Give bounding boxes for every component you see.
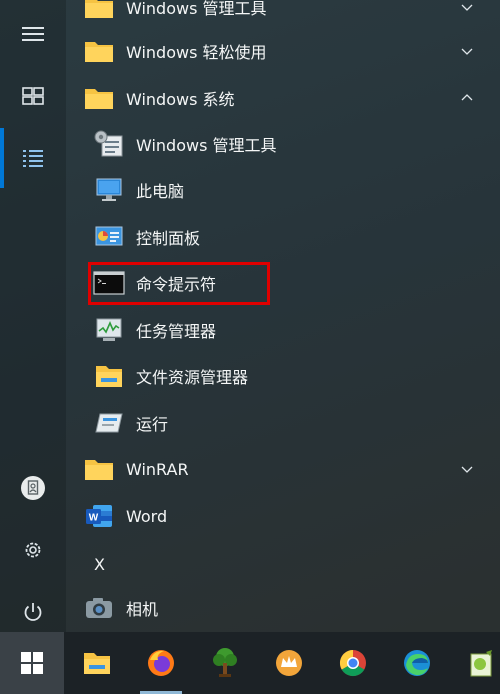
run-icon	[92, 406, 126, 440]
app-file-explorer[interactable]: 文件资源管理器	[92, 353, 492, 399]
section-letter: X	[94, 554, 105, 574]
settings-button[interactable]	[0, 526, 66, 574]
red-highlight-box	[88, 262, 270, 305]
section-header-x[interactable]: X	[82, 541, 492, 587]
app-this-pc[interactable]: 此电脑	[92, 167, 492, 213]
camera-icon	[82, 591, 116, 625]
folder-icon	[82, 452, 116, 486]
app-label: 此电脑	[136, 182, 185, 201]
file-explorer-icon	[92, 359, 126, 393]
app-windows-admin-tools[interactable]: Windows 管理工具	[92, 121, 492, 167]
app-label: Windows 管理工具	[136, 136, 277, 155]
tiles-button[interactable]	[0, 72, 66, 120]
folder-icon	[82, 81, 116, 115]
taskbar-chrome[interactable]	[322, 632, 384, 694]
control-panel-icon	[92, 220, 126, 254]
edge-icon	[404, 650, 430, 676]
all-apps-button[interactable]	[0, 134, 66, 182]
gear-icon	[25, 542, 41, 558]
folder-icon	[82, 0, 116, 24]
tree-app-icon	[213, 648, 237, 677]
app-label: 相机	[126, 600, 159, 619]
user-documents-button[interactable]	[0, 464, 66, 512]
power-button[interactable]	[0, 588, 66, 636]
word-icon: W	[82, 499, 116, 533]
folder-winrar[interactable]: WinRAR	[82, 446, 492, 492]
app-camera[interactable]: 相机	[82, 585, 492, 631]
chevron-down-icon	[461, 4, 473, 11]
computer-icon	[92, 173, 126, 207]
left-rail	[0, 0, 66, 632]
folder-label: Windows 管理工具	[126, 0, 267, 18]
folder-windows-system[interactable]: Windows 系统	[82, 75, 492, 121]
taskbar-edge[interactable]	[386, 632, 448, 694]
firefox-icon	[148, 650, 174, 676]
hamburger-icon	[22, 27, 44, 41]
svg-text:W: W	[89, 513, 99, 524]
taskbar-tree-app[interactable]	[194, 632, 256, 694]
list-icon	[23, 150, 43, 167]
app-label: 文件资源管理器	[136, 368, 249, 387]
app-control-panel[interactable]: 控制面板	[92, 214, 492, 260]
chevron-down-icon	[461, 466, 473, 473]
folder-label: Windows 系统	[126, 90, 235, 109]
app-label: 控制面板	[136, 229, 201, 248]
crown-app-icon	[276, 650, 302, 676]
file-explorer-icon	[84, 653, 110, 674]
chevron-up-icon	[461, 94, 473, 101]
chrome-icon	[339, 649, 366, 677]
app-label: 任务管理器	[136, 322, 217, 341]
document-icon	[21, 476, 45, 500]
folder-label: WinRAR	[126, 459, 189, 479]
app-word[interactable]: W Word	[82, 493, 492, 539]
app-task-manager[interactable]: 任务管理器	[92, 307, 492, 353]
windows-logo-icon	[21, 652, 43, 674]
taskbar-crown-app[interactable]	[258, 632, 320, 694]
taskbar-file-explorer[interactable]	[66, 632, 128, 694]
start-button[interactable]	[0, 632, 64, 694]
task-manager-icon	[92, 313, 126, 347]
app-run[interactable]: 运行	[92, 400, 492, 446]
notepad-plus-icon	[470, 650, 492, 677]
admin-tools-icon	[92, 127, 126, 161]
power-icon	[24, 603, 42, 621]
folder-windows-admin-tools[interactable]: Windows 管理工具	[82, 0, 492, 30]
chevron-down-icon	[461, 48, 473, 55]
app-label: Word	[126, 506, 168, 526]
taskbar	[0, 632, 500, 694]
tiles-icon	[22, 87, 44, 105]
folder-windows-ease-of-access[interactable]: Windows 轻松使用	[82, 28, 492, 74]
hamburger-menu-button[interactable]	[0, 10, 66, 58]
taskbar-firefox[interactable]	[130, 632, 192, 694]
folder-label: Windows 轻松使用	[126, 43, 267, 62]
taskbar-notepad-plus[interactable]	[450, 632, 500, 694]
app-label: 运行	[136, 415, 169, 434]
folder-icon	[82, 34, 116, 68]
